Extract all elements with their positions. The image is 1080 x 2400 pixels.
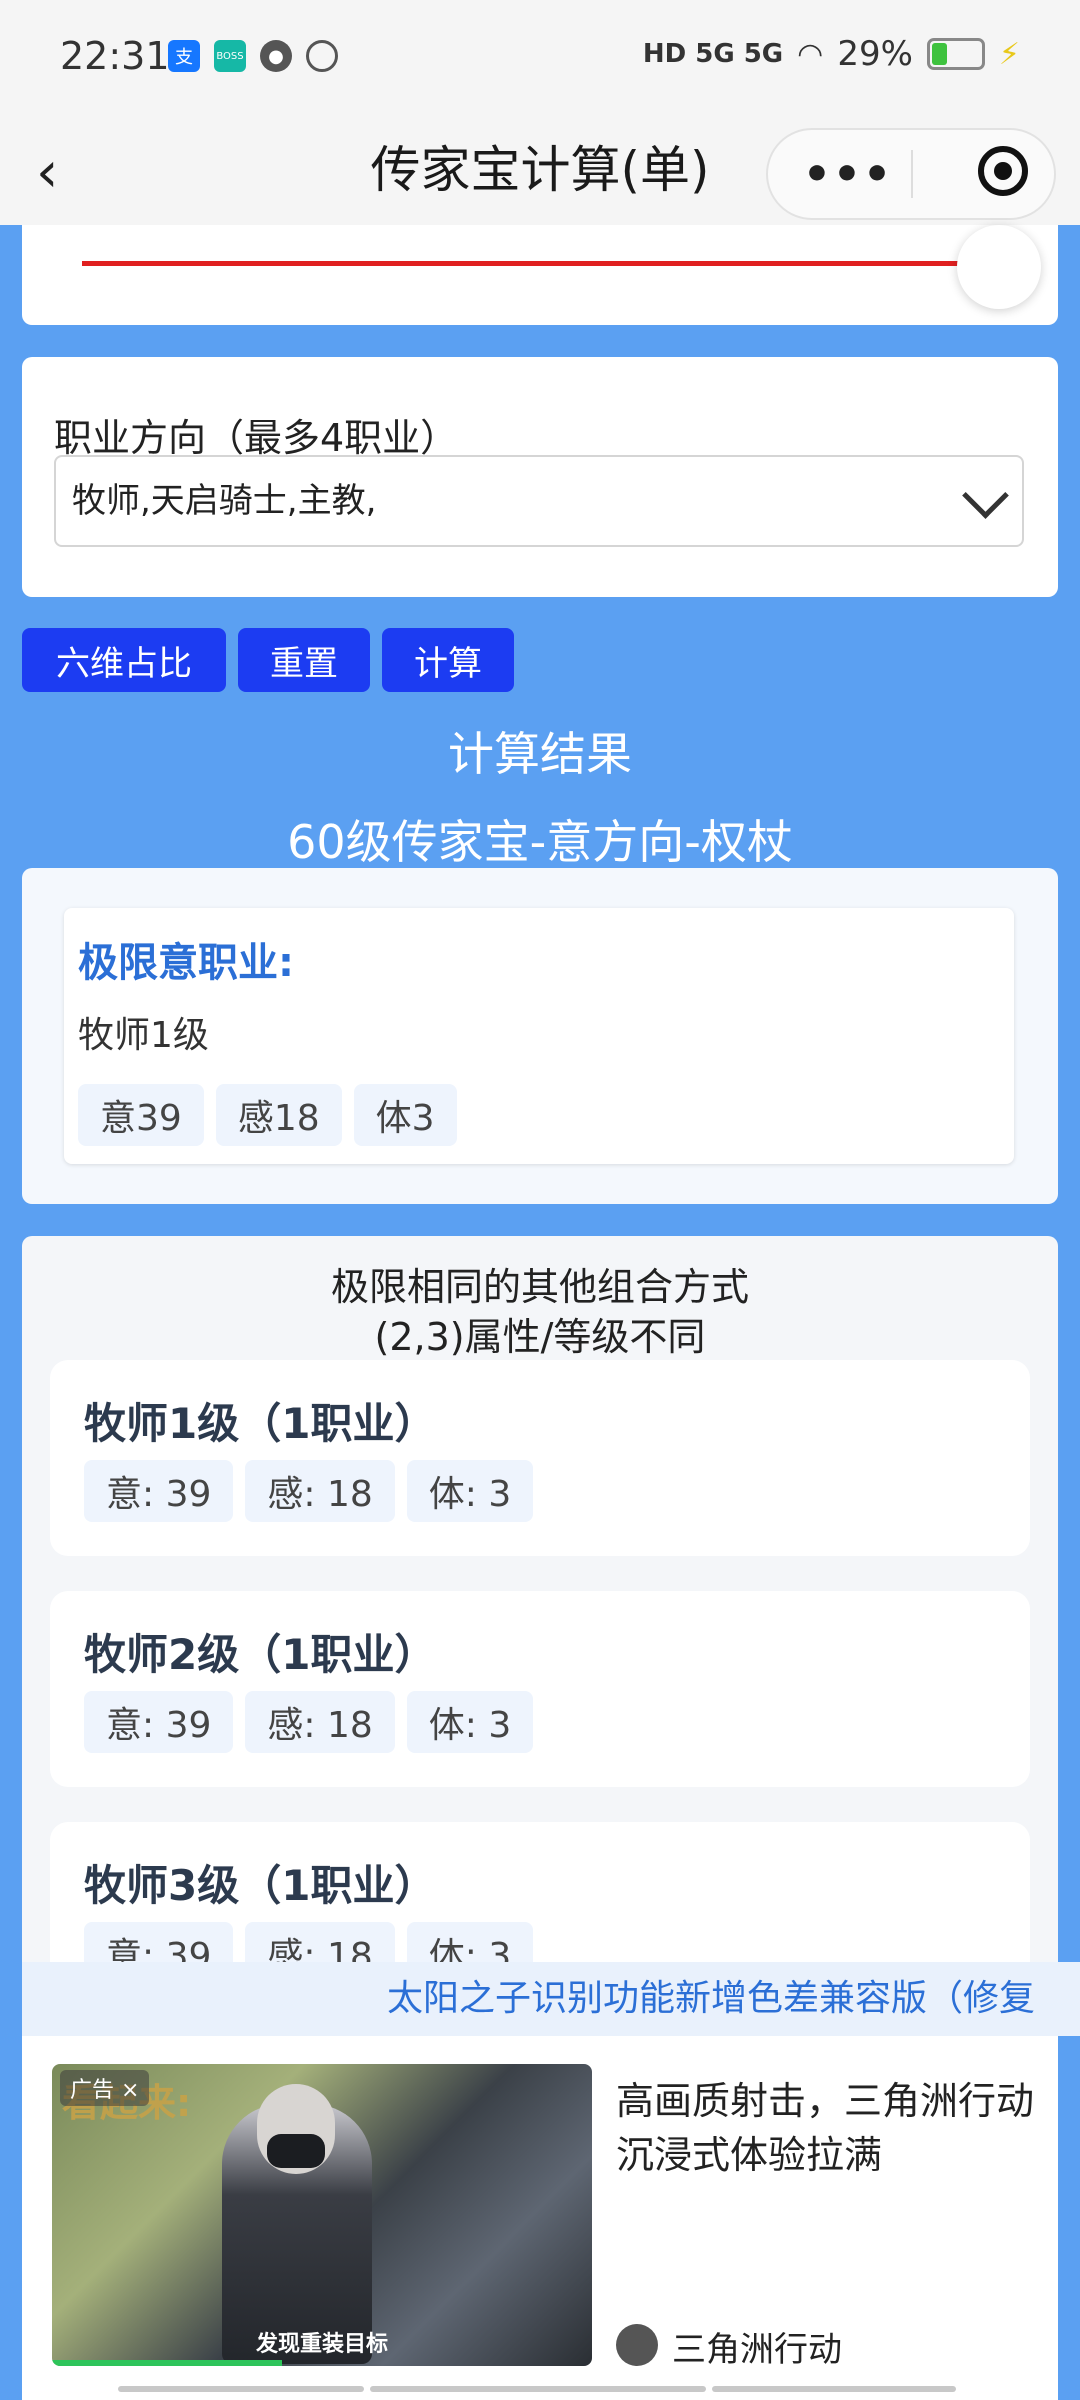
stat-tag: 体: 3 xyxy=(406,1460,534,1522)
stat-tag: 意: 39 xyxy=(84,1460,234,1522)
combination-name: 牧师3级（1职业） xyxy=(84,1861,437,1910)
combination-name: 牧师2级（1职业） xyxy=(84,1630,437,1679)
job-direction-label: 职业方向（最多4职业） xyxy=(54,416,459,460)
stat-tag: 感: 18 xyxy=(245,1460,395,1522)
combination-item: 牧师1级（1职业） 意: 39 感: 18 体: 3 xyxy=(50,1360,1030,1556)
notice-text: 太阳之子识别功能新增色差兼容版（修复 xyxy=(387,1978,1036,2019)
stat-tag: 体: 3 xyxy=(406,1691,534,1753)
limit-job: 牧师1级 xyxy=(78,1015,209,1056)
ad-card[interactable]: 看起来: 广告 × 发现重装目标 高画质射击，三角洲行动沉浸式体验拉满 三角洲行… xyxy=(22,2036,1058,2400)
job-direction-select[interactable]: 牧师,天启骑士,主教, xyxy=(54,455,1024,547)
result-title: 计算结果 xyxy=(448,727,632,781)
ad-character-mask xyxy=(267,2134,325,2168)
close-miniprogram-button[interactable] xyxy=(978,146,1028,196)
combinations-title-line1: 极限相同的其他组合方式 xyxy=(330,1265,749,1309)
ad-brand-name[interactable]: 三角洲行动 xyxy=(672,2322,842,2371)
wifi-icon: ◠ xyxy=(797,36,824,72)
indicator-bar xyxy=(118,2386,364,2392)
more-dots-icon: ••• xyxy=(802,148,894,200)
battery-percent: 29% xyxy=(837,34,913,74)
calculate-button[interactable]: 计算 xyxy=(382,628,514,692)
ratio-button[interactable]: 六维占比 xyxy=(22,628,226,692)
job-direction-card: 职业方向（最多4职业） 牧师,天启骑士,主教, xyxy=(22,357,1058,597)
status-bar: 22:31 支 BOSS ● HD 5G 5G ◠ 29% ⚡ xyxy=(0,0,1080,120)
ad-badge[interactable]: 广告 × xyxy=(60,2070,150,2106)
stat-tag: 意: 39 xyxy=(84,1691,234,1753)
status-app-icons: 支 BOSS ● xyxy=(168,40,338,72)
charging-icon: ⚡ xyxy=(998,36,1020,72)
close-icon: × xyxy=(121,2078,140,2103)
ad-caption: 发现重装目标 xyxy=(255,2332,388,2357)
slider-card xyxy=(22,225,1058,325)
stat-tag: 感18 xyxy=(215,1084,342,1146)
ad-image[interactable]: 看起来: 广告 × 发现重装目标 xyxy=(52,2064,592,2366)
ad-brand-avatar xyxy=(616,2324,658,2366)
alipay-icon: 支 xyxy=(168,40,200,72)
reset-button[interactable]: 重置 xyxy=(238,628,370,692)
ad-title[interactable]: 高画质射击，三角洲行动沉浸式体验拉满 xyxy=(616,2074,1036,2182)
ad-video-progress xyxy=(52,2360,282,2366)
status-indicators: HD 5G 5G ◠ 29% ⚡ xyxy=(643,34,1020,74)
stat-tag: 感: 18 xyxy=(245,1691,395,1753)
network-indicator: HD 5G 5G xyxy=(642,39,784,69)
action-buttons: 六维占比 重置 计算 xyxy=(22,628,514,692)
speed-icon xyxy=(306,40,338,72)
limit-tags: 意39 感18 体3 xyxy=(78,1084,457,1146)
indicator-bar xyxy=(712,2386,956,2392)
message-icon: ● xyxy=(260,40,292,72)
limit-heading: 极限意职业: xyxy=(78,940,294,986)
combination-tags: 意: 39 感: 18 体: 3 xyxy=(84,1460,534,1522)
stat-tag: 体3 xyxy=(353,1084,457,1146)
boss-app-icon: BOSS xyxy=(214,40,246,72)
ad-badge-label: 广告 xyxy=(70,2078,115,2103)
combination-item: 牧师2级（1职业） 意: 39 感: 18 体: 3 xyxy=(50,1591,1030,1787)
limit-result-inner: 极限意职业: 牧师1级 意39 感18 体3 xyxy=(64,908,1014,1164)
battery-icon xyxy=(926,38,985,70)
bottom-indicators xyxy=(118,2386,956,2392)
limit-result-card: 极限意职业: 牧师1级 意39 感18 体3 xyxy=(22,868,1058,1204)
status-time: 22:31 xyxy=(60,34,170,78)
capsule-divider xyxy=(911,150,913,198)
slider-track[interactable] xyxy=(82,261,982,266)
stat-tag: 意39 xyxy=(78,1084,204,1146)
result-subtitle: 60级传家宝-意方向-权杖 xyxy=(287,815,793,869)
chevron-down-icon xyxy=(962,472,1009,519)
nav-bar: ‹ 传家宝计算(单) ••• xyxy=(0,120,1080,225)
slider-thumb[interactable] xyxy=(957,225,1041,309)
combination-tags: 意: 39 感: 18 体: 3 xyxy=(84,1691,534,1753)
job-direction-value: 牧师,天启骑士,主教, xyxy=(72,481,377,521)
notice-marquee[interactable]: 太阳之子识别功能新增色差兼容版（修复 xyxy=(22,1962,1080,2036)
combinations-card: 极限相同的其他组合方式 (2,3)属性/等级不同 牧师1级（1职业） 意: 39… xyxy=(22,1236,1058,2036)
miniprogram-capsule: ••• xyxy=(766,128,1056,220)
indicator-bar xyxy=(370,2386,706,2392)
combinations-title-line2: (2,3)属性/等级不同 xyxy=(374,1315,706,1359)
combinations-title: 极限相同的其他组合方式 (2,3)属性/等级不同 xyxy=(22,1262,1058,1362)
more-button[interactable]: ••• xyxy=(798,130,898,218)
combination-name: 牧师1级（1职业） xyxy=(84,1399,437,1448)
